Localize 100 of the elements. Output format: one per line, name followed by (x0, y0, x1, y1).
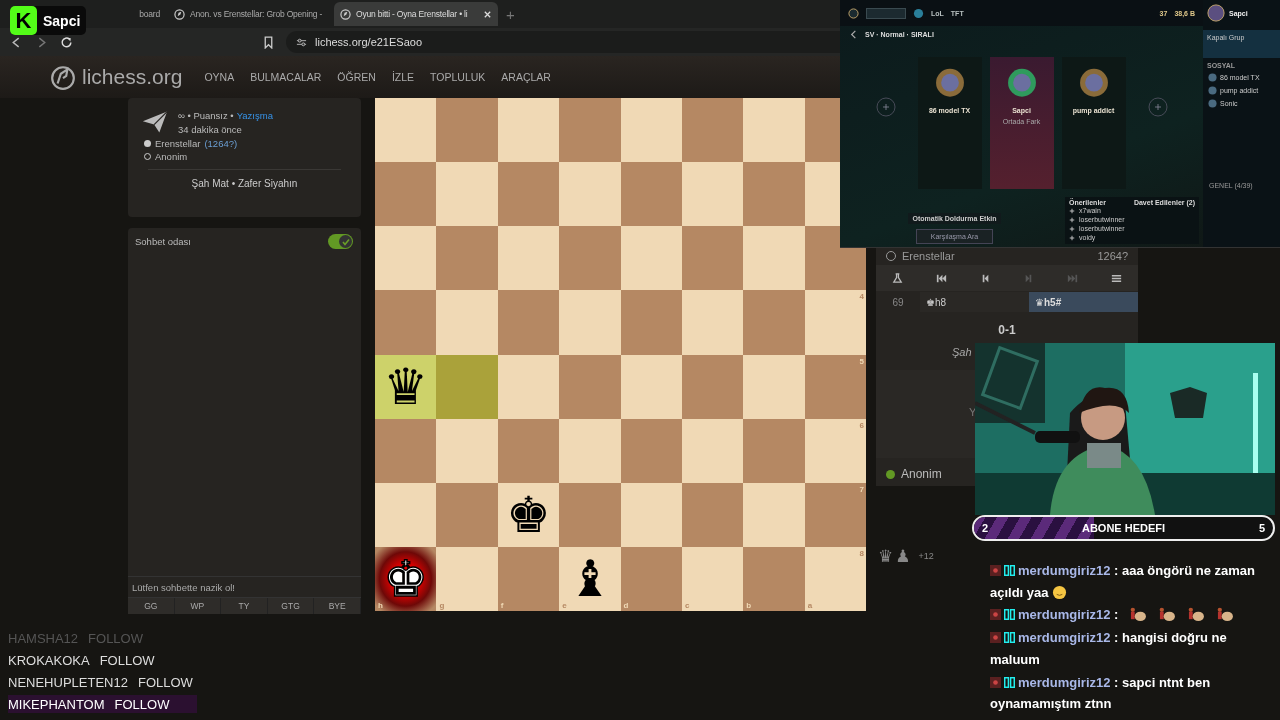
chat-message: merdumgiriz12 : hangisi doğru ne maluum (990, 629, 1228, 669)
game-result: Şah Mat • Zafer Siyahın (148, 169, 341, 189)
follower-name: KROKAKOKA (8, 652, 90, 668)
chat-message: merdumgiriz12 : (990, 604, 1255, 627)
player-name[interactable]: Anonim (155, 150, 188, 162)
goal-title: ABONE HEDEFI (1081, 522, 1166, 534)
bookmark-icon[interactable] (263, 35, 274, 49)
browser-tab[interactable]: Oyun bitti - Oyna Erenstellar • li (334, 2, 498, 26)
logo-mark: K (10, 6, 37, 35)
file-label: h (378, 601, 383, 610)
add-icon[interactable] (1069, 207, 1075, 214)
reload-icon[interactable] (60, 35, 73, 49)
nav-link[interactable]: ÖĞREN (337, 71, 376, 83)
check-icon (340, 236, 351, 247)
nav-link[interactable]: OYNA (204, 71, 235, 83)
chat-username[interactable]: merdumgiriz12 (1018, 563, 1111, 578)
game-type: ∞ • Puansız • (178, 110, 234, 121)
nav-link[interactable]: TOPLULUK (430, 71, 486, 83)
game-logo-icon[interactable] (848, 7, 859, 19)
file-label: c (684, 601, 690, 610)
badge-icon (1004, 632, 1015, 644)
chat-username[interactable]: merdumgiriz12 (1018, 674, 1111, 690)
drummer-icon (1186, 607, 1206, 623)
follow-label: FOLLOW (88, 630, 143, 646)
file-label: a (807, 601, 813, 610)
add-icon[interactable] (1069, 216, 1075, 223)
goal-current: 2 (982, 522, 989, 534)
site-settings-icon[interactable] (296, 36, 307, 48)
follow-label: FOLLOW (99, 652, 155, 668)
chess-piece: ♚ (383, 553, 429, 604)
chess-piece: ♛ (383, 361, 429, 412)
game-score: 0-1 (997, 322, 1017, 337)
captured-piece: ♛ (878, 546, 894, 566)
preset-button[interactable]: WP (174, 598, 222, 614)
chat-message: merdumgiriz12 : sapci ntnt ben oynamamıştım ztnn (990, 673, 1212, 714)
move-entry[interactable]: ♚h8 (920, 292, 1029, 312)
badge-icon (1004, 609, 1015, 621)
follow-label: FOLLOW (137, 674, 193, 690)
nav-link[interactable]: ARAÇLAR (501, 71, 551, 83)
nav-link[interactable]: İZLE (391, 71, 415, 83)
browser-tab[interactable]: Anon. vs Erenstellar: Grob Opening - (168, 2, 332, 26)
rank-label: 6 (859, 420, 864, 430)
nav-link[interactable]: BULMACALAR (250, 71, 322, 83)
smiley-icon (1051, 584, 1067, 600)
address-field[interactable]: lichess.org/e21ESaoo (315, 36, 422, 48)
file-label: e (562, 601, 567, 610)
chat-username[interactable]: merdumgiriz12 (1018, 607, 1111, 623)
orb-icon[interactable] (913, 7, 924, 19)
player-name[interactable]: Anonim (901, 467, 942, 481)
avatar-icon[interactable] (1207, 4, 1225, 22)
knight-logo-icon[interactable] (50, 64, 76, 90)
badge-icon (990, 632, 1001, 644)
player-name[interactable]: Erenstellar (902, 250, 955, 262)
drummer-icon (1157, 607, 1177, 623)
close-icon[interactable] (483, 9, 492, 19)
rank-label: 7 (859, 484, 864, 494)
move-number: 69 (891, 296, 905, 308)
rank-label: 4 (859, 292, 864, 302)
rank-label: 8 (859, 548, 864, 558)
back-icon[interactable] (848, 29, 859, 40)
preset-button[interactable]: BYE (314, 598, 361, 614)
goal-target: 5 (1258, 522, 1265, 534)
file-label: g (439, 601, 445, 610)
game-status: Şah (952, 346, 972, 358)
captured-piece: ♟ (895, 546, 911, 566)
file-label: f (500, 601, 504, 610)
preset-button[interactable]: TY (221, 598, 268, 614)
badge-icon (990, 565, 1001, 576)
chat-toggle[interactable] (328, 234, 353, 249)
add-icon[interactable] (1069, 225, 1075, 232)
preset-button[interactable]: GG (128, 598, 175, 614)
mode-link[interactable]: Yazışma (236, 110, 273, 121)
file-label: d (623, 601, 629, 610)
drummer-icon (1215, 607, 1235, 623)
add-icon[interactable] (1069, 234, 1075, 241)
preset-button[interactable]: GTG (267, 598, 315, 614)
move-entry[interactable]: ♛h5# (1029, 292, 1138, 312)
badge-icon (990, 676, 1001, 688)
game-time: 34 dakika önce (178, 124, 243, 135)
follow-label: FOLLOW (114, 696, 170, 712)
badge-icon (1004, 565, 1015, 576)
chess-piece: ♚ (506, 489, 551, 540)
chat-username[interactable]: merdumgiriz12 (1018, 630, 1111, 646)
chat-title: Sohbet odası (135, 236, 191, 247)
play-field[interactable] (866, 7, 906, 19)
new-tab-button[interactable]: + (500, 5, 521, 23)
follower-name: MIKEPHANTOM (8, 696, 105, 712)
chat-message: merdumgiriz12 : aaa öngörü ne zaman açıldı yaa (990, 562, 1255, 602)
player-name[interactable]: Erenstellar (155, 137, 201, 149)
browser-tab[interactable]: board (100, 2, 166, 26)
chess-piece: ♝ (567, 553, 613, 604)
site-logo[interactable]: lichess.org (82, 65, 183, 89)
file-label: b (746, 601, 752, 610)
rank-label: 5 (859, 356, 864, 366)
follower-name: HAMSHA12 (8, 630, 79, 646)
player-rating: 1264? (1097, 250, 1128, 262)
badge-icon (990, 609, 1001, 621)
player-rating: (1264?) (204, 137, 238, 149)
drummer-icon (1128, 607, 1148, 623)
paper-plane-icon (142, 110, 168, 134)
